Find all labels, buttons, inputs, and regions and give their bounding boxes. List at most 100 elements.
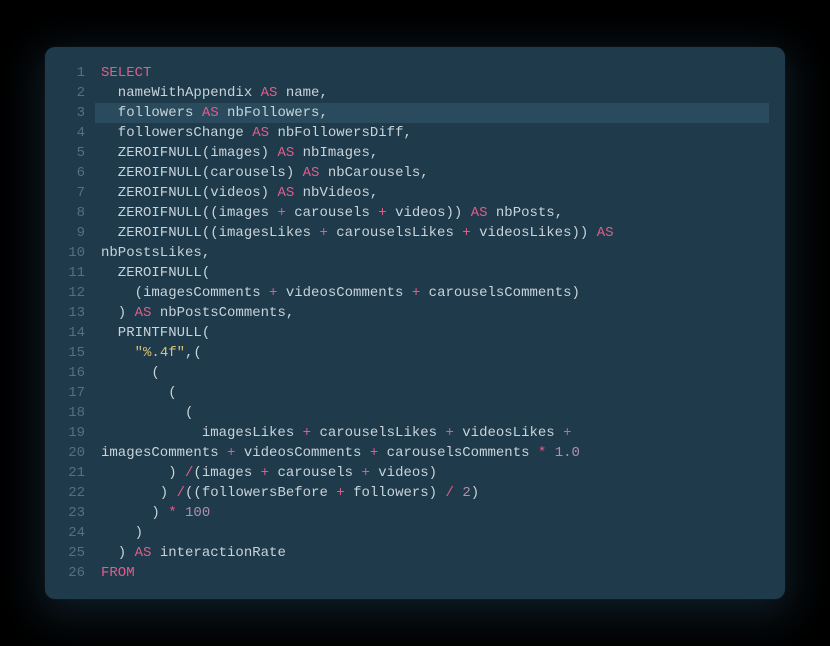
code-line[interactable]: ( (95, 403, 769, 423)
line-number: 19 (61, 423, 85, 443)
token-id: ZEROIFNULL((imagesLikes (101, 225, 319, 241)
code-line[interactable]: ( (95, 363, 769, 383)
code-line[interactable]: (imagesComments + videosComments + carou… (95, 283, 769, 303)
token-id: videosLikes (454, 425, 563, 441)
code-line[interactable]: imagesLikes + carouselsLikes + videosLik… (95, 423, 769, 443)
token-id: nbImages, (294, 145, 378, 161)
token-op: + (261, 465, 269, 481)
token-kw: AS (252, 125, 269, 141)
line-number: 4 (61, 123, 85, 143)
token-kw: SELECT (101, 65, 151, 81)
line-number: 21 (61, 463, 85, 483)
token-id: ZEROIFNULL((images (101, 205, 277, 221)
code-line[interactable]: nbPostsLikes, (95, 243, 769, 263)
token-id: followers) (345, 485, 446, 501)
code-editor: 1234567891011121314151617181920212223242… (45, 47, 785, 599)
token-id: (images (193, 465, 260, 481)
token-op: + (336, 485, 344, 501)
code-line[interactable]: ZEROIFNULL(images) AS nbImages, (95, 143, 769, 163)
token-kw: AS (135, 545, 152, 561)
code-line[interactable]: ) AS interactionRate (95, 543, 769, 563)
token-kw: AS (277, 145, 294, 161)
token-id: ) (101, 525, 143, 541)
token-id (177, 505, 185, 521)
token-id: carouselsLikes (328, 225, 462, 241)
line-number: 7 (61, 183, 85, 203)
token-op: / (177, 485, 185, 501)
code-line[interactable]: FROM (95, 563, 769, 583)
line-number: 25 (61, 543, 85, 563)
token-id: carousels (286, 205, 378, 221)
code-line[interactable]: ) (95, 523, 769, 543)
token-id: videos)) (387, 205, 471, 221)
line-number: 3 (61, 103, 85, 123)
code-line[interactable]: followers AS nbFollowers, (95, 103, 769, 123)
token-id: ( (101, 385, 177, 401)
code-line[interactable]: ) /(images + carousels + videos) (95, 463, 769, 483)
code-line[interactable]: "%.4f",( (95, 343, 769, 363)
token-id: ZEROIFNULL( (101, 265, 210, 281)
token-id: videosLikes)) (471, 225, 597, 241)
token-kw: FROM (101, 565, 135, 581)
token-op: + (277, 205, 285, 221)
line-number-gutter: 1234567891011121314151617181920212223242… (61, 63, 95, 583)
token-id: ZEROIFNULL(images) (101, 145, 277, 161)
token-id: videosComments (235, 445, 369, 461)
token-id: interactionRate (151, 545, 285, 561)
code-line[interactable]: ZEROIFNULL( (95, 263, 769, 283)
code-line[interactable]: ZEROIFNULL(videos) AS nbVideos, (95, 183, 769, 203)
token-id: ((followersBefore (185, 485, 336, 501)
token-id: ) (471, 485, 479, 501)
line-number: 11 (61, 263, 85, 283)
code-line[interactable]: ) * 100 (95, 503, 769, 523)
token-kw: AS (303, 165, 320, 181)
code-line[interactable]: ZEROIFNULL((imagesLikes + carouselsLikes… (95, 223, 769, 243)
token-id: ,( (185, 345, 202, 361)
token-id: carousels (269, 465, 361, 481)
code-line[interactable]: ) /((followersBefore + followers) / 2) (95, 483, 769, 503)
token-id: ( (101, 365, 160, 381)
code-line[interactable]: ( (95, 383, 769, 403)
line-number: 2 (61, 83, 85, 103)
line-number: 20 (61, 443, 85, 463)
token-num: 2 (462, 485, 470, 501)
line-number: 12 (61, 283, 85, 303)
token-id: name, (277, 85, 327, 101)
token-op: + (319, 225, 327, 241)
code-line[interactable]: ) AS nbPostsComments, (95, 303, 769, 323)
token-num: 1.0 (555, 445, 580, 461)
token-id: imagesComments (101, 445, 227, 461)
code-line[interactable]: nameWithAppendix AS name, (95, 83, 769, 103)
code-line[interactable]: imagesComments + videosComments + carous… (95, 443, 769, 463)
token-num: 100 (185, 505, 210, 521)
token-id: nbPostsComments, (151, 305, 294, 321)
code-line[interactable]: ZEROIFNULL(carousels) AS nbCarousels, (95, 163, 769, 183)
code-line[interactable]: PRINTFNULL( (95, 323, 769, 343)
line-number: 16 (61, 363, 85, 383)
token-id: ) (101, 545, 135, 561)
line-number: 5 (61, 143, 85, 163)
token-op: + (462, 225, 470, 241)
line-number: 26 (61, 563, 85, 583)
token-op: + (412, 285, 420, 301)
line-number: 10 (61, 243, 85, 263)
code-area[interactable]: SELECT nameWithAppendix AS name, followe… (95, 63, 769, 583)
code-line[interactable]: followersChange AS nbFollowersDiff, (95, 123, 769, 143)
token-id: nbFollowersDiff, (269, 125, 412, 141)
code-line[interactable]: SELECT (95, 63, 769, 83)
token-id: ZEROIFNULL(carousels) (101, 165, 303, 181)
token-id: imagesLikes (101, 425, 303, 441)
code-line[interactable]: ZEROIFNULL((images + carousels + videos)… (95, 203, 769, 223)
editor-body: 1234567891011121314151617181920212223242… (61, 63, 769, 583)
line-number: 24 (61, 523, 85, 543)
token-id: nbFollowers, (219, 105, 328, 121)
token-op: + (370, 445, 378, 461)
token-id: ) (101, 505, 168, 521)
token-kw: AS (597, 225, 614, 241)
token-kw: AS (202, 105, 219, 121)
line-number: 1 (61, 63, 85, 83)
line-number: 14 (61, 323, 85, 343)
line-number: 6 (61, 163, 85, 183)
token-id: ZEROIFNULL(videos) (101, 185, 277, 201)
token-kw: AS (277, 185, 294, 201)
